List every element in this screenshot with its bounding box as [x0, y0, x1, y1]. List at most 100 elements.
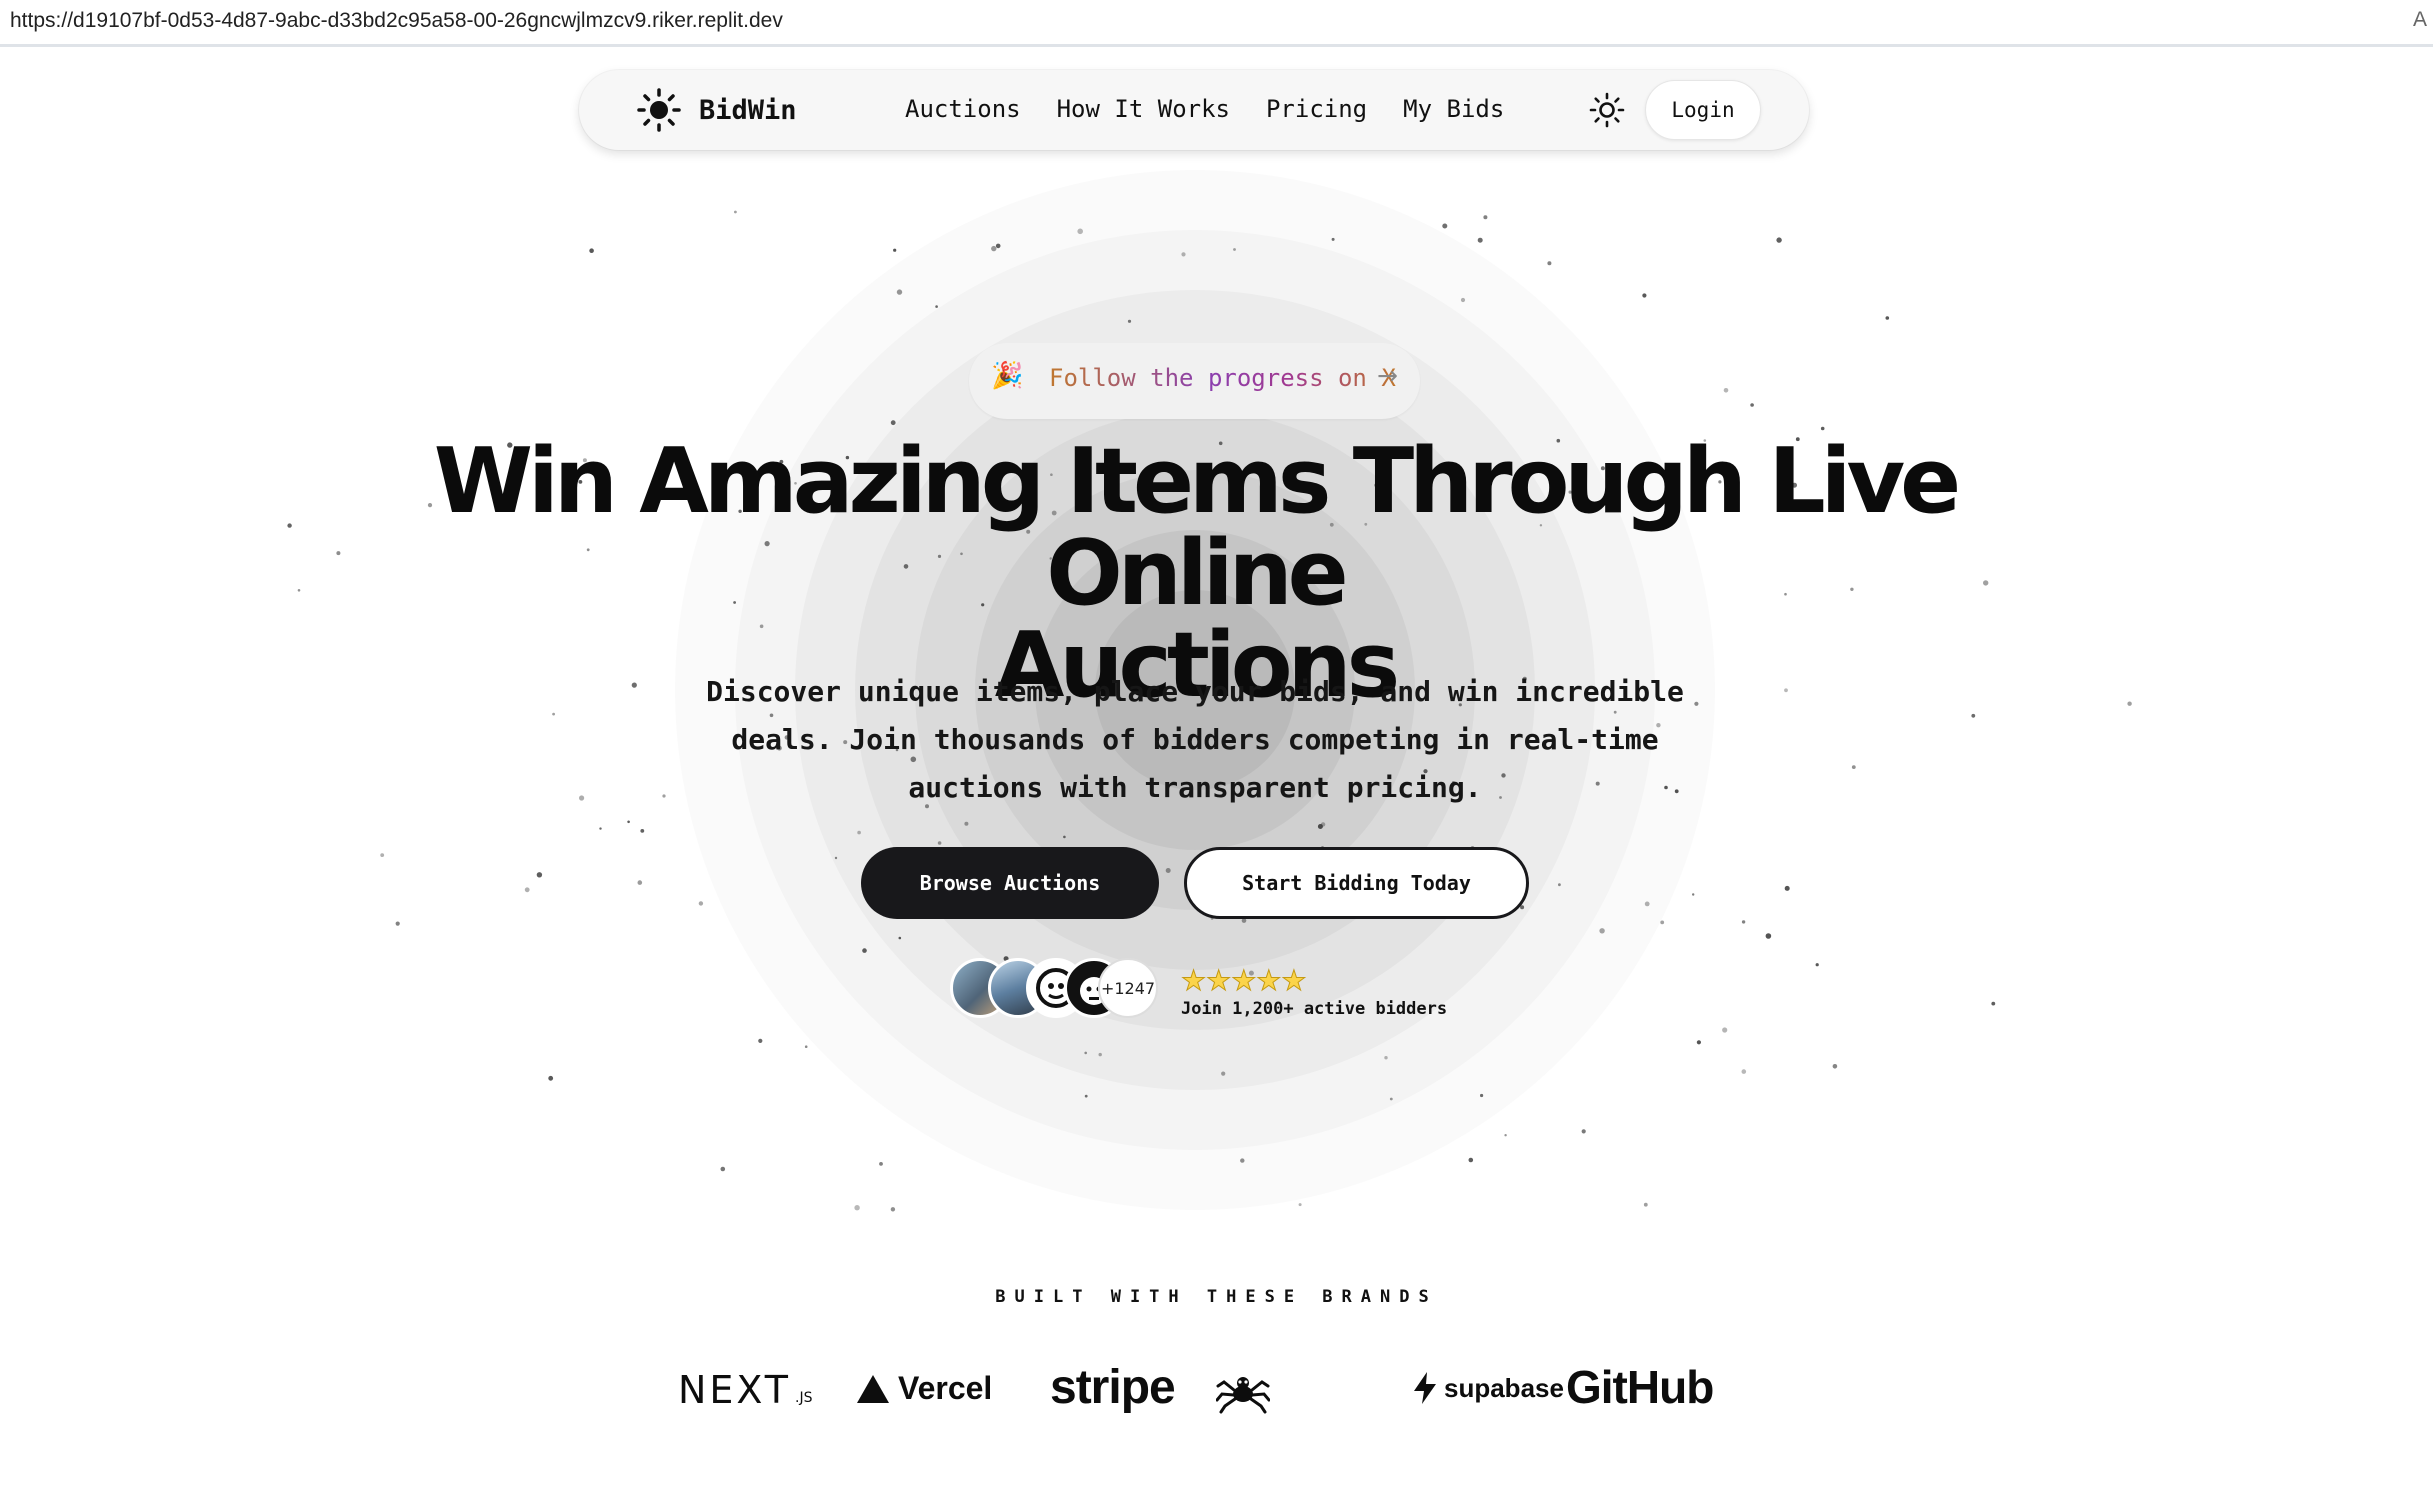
- background-dot: [896, 289, 903, 295]
- background-dot: [1480, 1093, 1484, 1098]
- background-dot: [862, 948, 867, 953]
- background-dot: [1460, 297, 1466, 303]
- background-dot: [834, 856, 838, 860]
- avatar-more-count: +1247: [1098, 958, 1158, 1018]
- sun-icon: [637, 88, 681, 132]
- background-dot: [1084, 1094, 1088, 1098]
- background-dot: [395, 921, 400, 926]
- background-dot: [1240, 1158, 1245, 1163]
- social-proof-text: Join 1,200+ active bidders: [1181, 999, 1448, 1019]
- background-dot: [536, 872, 543, 878]
- vercel-wordmark: Vercel: [898, 1370, 993, 1406]
- background-dot: [935, 305, 938, 308]
- background-dot: [964, 821, 969, 826]
- background-dot: [1642, 293, 1647, 298]
- hero-subtext: Discover unique items, place your bids, …: [706, 675, 1684, 804]
- top-navbar: BidWin Auctions How It Works Pricing My …: [579, 70, 1809, 150]
- background-dot: [1750, 403, 1754, 407]
- supabase-logo: supabase: [1412, 1372, 1564, 1404]
- spider-icon: [1216, 1377, 1270, 1414]
- nav-link-how-it-works[interactable]: How It Works: [1057, 95, 1230, 123]
- background-dot: [380, 853, 385, 857]
- supabase-wordmark: supabase: [1444, 1372, 1564, 1403]
- announcement-text: Follow the progress on X: [1049, 364, 1396, 392]
- theme-toggle-icon[interactable]: [1589, 92, 1625, 128]
- start-bidding-button[interactable]: Start Bidding Today: [1184, 847, 1529, 919]
- vercel-triangle-icon: [857, 1374, 889, 1403]
- announcement-pill[interactable]: 🎉 Follow the progress on X →: [969, 343, 1420, 419]
- background-dot: [1483, 215, 1488, 220]
- background-dot: [1181, 252, 1186, 257]
- background-dot: [758, 1038, 763, 1043]
- background-dot: [2127, 701, 2132, 706]
- background-dot: [1547, 261, 1552, 266]
- nav-link-my-bids[interactable]: My Bids: [1403, 95, 1504, 123]
- party-popper-icon: 🎉: [991, 361, 1024, 391]
- background-dot: [662, 794, 666, 798]
- nav-link-auctions[interactable]: Auctions: [905, 95, 1021, 123]
- background-dot: [991, 245, 997, 252]
- background-dot: [287, 523, 292, 528]
- nav-link-pricing[interactable]: Pricing: [1266, 95, 1367, 123]
- nextjs-logo: NEXT .JS: [678, 1368, 812, 1412]
- background-dot: [627, 820, 630, 824]
- background-dot: [890, 1207, 896, 1212]
- background-dot: [1320, 822, 1326, 827]
- background-dot: [1644, 901, 1650, 907]
- background-dot: [1127, 319, 1132, 323]
- background-dot: [1504, 1134, 1507, 1137]
- background-dot: [1165, 868, 1171, 873]
- background-dot: [640, 829, 645, 833]
- background-dot: [1221, 1071, 1226, 1076]
- brand-name: BidWin: [699, 94, 797, 126]
- nextjs-wordmark: NEXT: [678, 1368, 792, 1412]
- background-dot: [720, 1166, 726, 1172]
- background-dot: [1643, 1202, 1648, 1207]
- background-dot: [1723, 388, 1729, 393]
- background-dot: [548, 1075, 554, 1081]
- background-dot: [857, 830, 861, 835]
- background-dot: [599, 827, 602, 830]
- browse-auctions-button[interactable]: Browse Auctions: [861, 847, 1159, 919]
- background-dot: [579, 795, 585, 801]
- background-dot: [1741, 920, 1746, 924]
- github-logo: GitHub: [1566, 1361, 1714, 1413]
- nextjs-suffix: .JS: [795, 1390, 813, 1406]
- background-dot: [1885, 316, 1890, 320]
- background-dot: [1832, 1064, 1838, 1069]
- background-dot: [1696, 1040, 1701, 1045]
- background-dot: [1442, 223, 1448, 229]
- background-dot: [698, 901, 704, 906]
- supabase-bolt-icon: [1414, 1372, 1436, 1404]
- background-dot: [804, 1045, 808, 1048]
- background-dot: [898, 936, 902, 940]
- background-dot: [1558, 883, 1561, 887]
- background-dot: [1331, 237, 1335, 241]
- bidder-avatars: +1247: [950, 958, 1160, 1022]
- background-dot: [1581, 1129, 1586, 1134]
- background-dot: [995, 243, 1001, 249]
- brand-logo[interactable]: BidWin: [637, 88, 797, 132]
- background-dot: [1468, 1157, 1474, 1163]
- background-dot: [1384, 1056, 1388, 1060]
- background-dot: [1599, 928, 1605, 934]
- background-dot: [1063, 835, 1066, 839]
- brands-title: BUILT WITH THESE BRANDS: [995, 1287, 1438, 1307]
- reader-mode-icon[interactable]: A: [2413, 8, 2427, 32]
- headline-line-1: Win Amazing Items Through Live Online: [433, 429, 1961, 626]
- address-url[interactable]: https://d19107bf-0d53-4d87-9abc-d33bd2c9…: [10, 9, 783, 33]
- background-dot: [1084, 1051, 1087, 1055]
- background-dot: [890, 420, 896, 426]
- background-dot: [1815, 963, 1819, 967]
- background-dot: [524, 887, 530, 893]
- vercel-logo: Vercel: [856, 1370, 992, 1407]
- arrow-right-icon: →: [1377, 361, 1398, 390]
- background-dot: [893, 248, 897, 252]
- login-button[interactable]: Login: [1645, 80, 1761, 140]
- nav-links: Auctions How It Works Pricing My Bids: [905, 95, 1504, 123]
- background-dot: [589, 248, 594, 253]
- background-dot: [1765, 933, 1772, 939]
- rating-stars: ★★★★★: [1181, 964, 1308, 997]
- star-icon: ★★★★★: [1181, 964, 1308, 997]
- background-dot: [854, 1205, 860, 1211]
